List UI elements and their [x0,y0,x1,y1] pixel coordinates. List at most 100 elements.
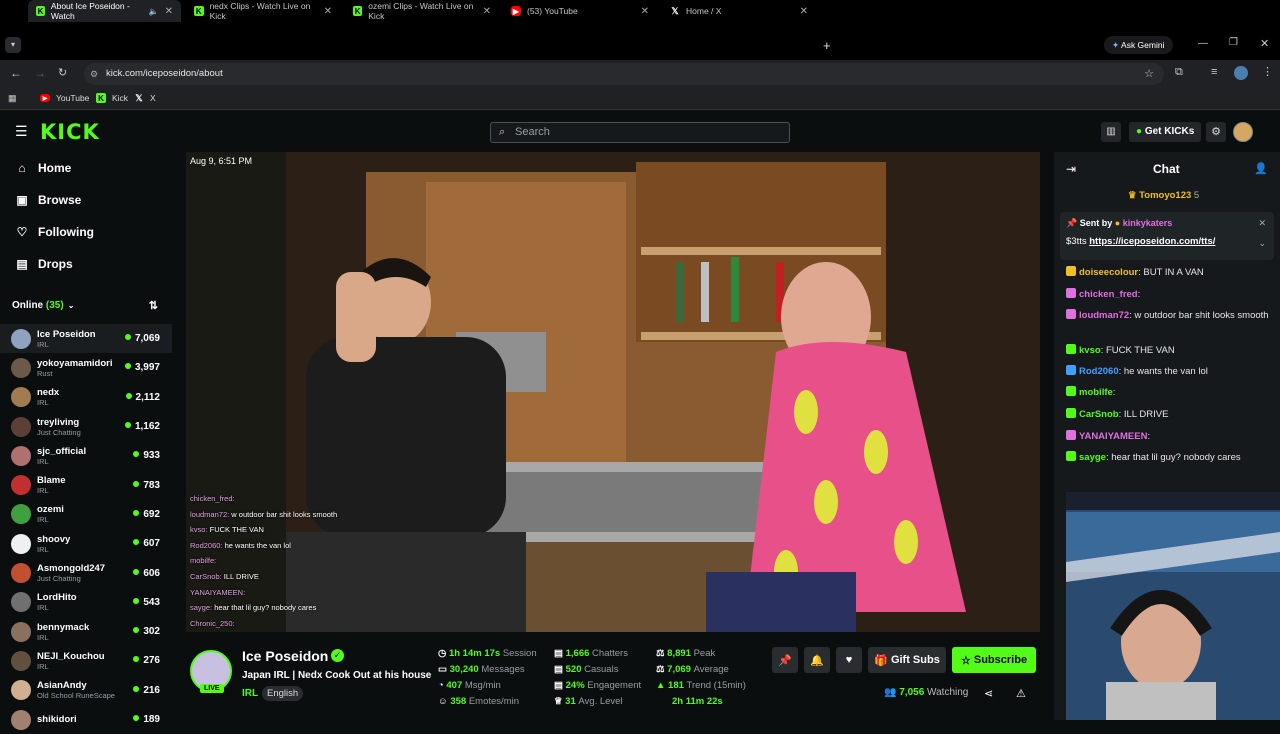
video-player[interactable] [186,152,1040,632]
close-tab-icon[interactable]: ✕ [165,6,173,17]
new-tab-button[interactable]: + [823,38,831,53]
chat-username[interactable]: doiseecolour [1079,267,1138,278]
layout-toggle-icon[interactable]: ▥ [1101,122,1121,142]
sidebar-channel-item[interactable]: treyliving Just Chatting 1,162 [0,412,172,441]
close-window-button[interactable]: ✕ [1260,37,1269,50]
chat-username[interactable]: CarSnob [1079,409,1119,420]
chat-username[interactable]: sayge [1079,452,1106,463]
close-tab-icon[interactable]: ✕ [483,6,491,17]
user-avatar[interactable] [1233,122,1253,142]
hamburger-menu-icon[interactable]: ☰ [15,123,28,140]
site-info-icon[interactable]: ⚙ [90,63,98,85]
browser-menu-icon[interactable]: ⋮ [1262,65,1273,78]
share-icon[interactable]: ⋖ [984,687,993,700]
follow-heart-button[interactable]: ♥ [836,647,862,673]
close-tab-icon[interactable]: ✕ [800,6,808,17]
chat-message[interactable]: YANAIYAMEEN: [1066,430,1272,443]
chat-message[interactable]: chicken_fred: [1066,288,1272,301]
apps-grid-icon[interactable]: ▦ [8,93,17,104]
extensions-icon[interactable]: ⧉ [1175,66,1183,79]
forward-icon[interactable]: → [34,66,46,80]
chat-username[interactable]: chicken_fred [1079,289,1138,300]
settings-gear-icon[interactable]: ⚙ [1206,122,1226,142]
url-bar[interactable]: ⚙ kick.com/iceposeidon/about ☆ [84,63,1164,85]
maximize-button[interactable]: ❐ [1229,37,1238,48]
report-icon[interactable]: ⚠ [1016,687,1026,700]
tab-home-x[interactable]: 𝕏 Home / X ✕ [662,0,816,22]
chat-colon: : [1147,431,1151,442]
sidebar-channel-item[interactable]: nedx IRL 2,112 [0,383,172,412]
collapse-chat-icon[interactable]: ⇥ [1066,162,1076,176]
sidebar-channel-item[interactable]: bennymack IRL 302 [0,617,172,646]
sidebar-channel-item[interactable]: Ice Poseidon IRL 7,069 [0,324,172,354]
get-kicks-button[interactable]: ● Get KICKs [1129,122,1202,142]
verified-icon: ✓ [331,649,344,662]
stream-timestamp: Aug 9, 6:51 PM [190,156,253,166]
chat-message[interactable]: sayge: hear that lil guy? nobody cares [1066,451,1272,464]
tab-about-ice-poseidon[interactable]: K About Ice Poseidon - Watch 🔈 ✕ [28,0,181,22]
top-gifter: ♛ Tomoyo123 5 [1128,190,1199,201]
chat-message[interactable]: CarSnob: ILL DRIVE [1066,408,1272,421]
chat-message[interactable]: mobilfe: [1066,386,1272,399]
pinned-message[interactable]: 📌 Sent by ● kinkykaters ✕ $3tts https://… [1060,212,1274,260]
sidebar-channel-item[interactable]: NEJI_Kouchou IRL 276 [0,646,172,675]
sidebar-item-following[interactable]: ♡ Following [0,216,172,248]
tab-nedx-clips[interactable]: K nedx Clips - Watch Live on Kick ✕ [186,0,340,22]
bookmark-youtube[interactable]: ▶ YouTube [40,93,89,103]
stat-label: Casuals [584,664,619,675]
sidebar-channel-item[interactable]: Asmongold247 Just Chatting 606 [0,558,172,587]
sidebar-channel-item[interactable]: shoovy IRL 607 [0,529,172,558]
pinned-link[interactable]: https://iceposeidon.com/tts/ [1089,236,1215,247]
speaker-icon[interactable]: 🔈 [149,7,159,16]
close-tab-icon[interactable]: ✕ [641,6,649,17]
bookmark-x[interactable]: 𝕏 X [134,93,155,104]
notification-bell-button[interactable]: 🔔 [804,647,830,673]
pin-button[interactable]: 📌 [772,647,798,673]
streamer-name[interactable]: Ice Poseidon [242,648,328,664]
sidebar-channel-item[interactable]: Blame IRL 783 [0,470,172,499]
tab-ozemi-clips[interactable]: K ozemi Clips - Watch Live on Kick ✕ [345,0,499,22]
chat-users-icon[interactable]: 👤 [1254,162,1268,175]
chat-message[interactable]: doiseecolour: BUT IN A VAN [1066,266,1272,279]
search-input[interactable]: ⌕ Search [490,122,790,143]
channel-category: IRL [37,456,49,466]
chat-message[interactable]: Rod2060: he wants the van lol [1066,365,1272,378]
minimize-button[interactable]: — [1198,38,1208,49]
bookmark-kick[interactable]: K Kick [96,93,128,103]
category-link[interactable]: IRL [242,688,258,699]
chat-username[interactable]: Rod2060 [1079,366,1119,377]
subscribe-button[interactable]: ☆ Subscribe [952,647,1036,673]
sidebar-item-drops[interactable]: ▤ Drops [0,248,172,280]
chat-message[interactable]: loudman72: w outdoor bar shit looks smoo… [1066,309,1272,322]
chevron-down-icon[interactable]: ⌄ [1258,238,1266,249]
tab-youtube[interactable]: ▶ (53) YouTube ✕ [503,0,657,22]
sidebar-channel-item[interactable]: ozemi IRL 692 [0,500,172,529]
sidebar-channel-item[interactable]: sjc_official IRL 933 [0,441,172,470]
sort-icon[interactable]: ⇅ [149,299,158,312]
gift-subs-button[interactable]: 🎁 Gift Subs [868,647,946,673]
peak-icon: ⚖ [656,648,665,659]
sidebar-channel-item[interactable]: AsianAndy Old School RuneScape 216 [0,676,172,705]
sidebar-item-browse[interactable]: ▣ Browse [0,184,172,216]
bookmark-star-icon[interactable]: ☆ [1144,63,1154,85]
chat-username[interactable]: mobilfe [1079,387,1113,398]
chat-username[interactable]: loudman72 [1079,310,1129,321]
sidebar-channel-item[interactable]: shikidori 189 [0,705,172,734]
online-section-header[interactable]: Online (35) ⌄ ⇅ [0,286,172,324]
reload-icon[interactable]: ↻ [58,66,67,79]
chat-username[interactable]: kvso [1079,345,1101,356]
unpin-icon[interactable]: ✕ [1258,218,1266,229]
sidebar-item-home[interactable]: ⌂ Home [0,152,172,184]
profile-avatar[interactable] [1234,66,1248,80]
sidebar-channel-item[interactable]: yokoyamamidori Rust 3,997 [0,353,172,382]
ask-gemini-button[interactable]: ✦ Ask Gemini [1104,36,1173,54]
chat-username[interactable]: YANAIYAMEEN [1079,431,1147,442]
stream-info-bar: LIVE Ice Poseidon ✓ Japan IRL | Nedx Coo… [172,632,1054,720]
chat-message[interactable]: kvso: FUCK THE VAN [1066,344,1272,357]
kick-logo[interactable]: KICK [40,120,100,144]
sidebar-channel-item[interactable]: LordHito IRL 543 [0,588,172,617]
media-icon[interactable]: ≡ [1211,66,1217,78]
back-icon[interactable]: ← [10,66,22,80]
close-tab-icon[interactable]: ✕ [324,6,332,17]
language-tag[interactable]: English [262,686,304,701]
